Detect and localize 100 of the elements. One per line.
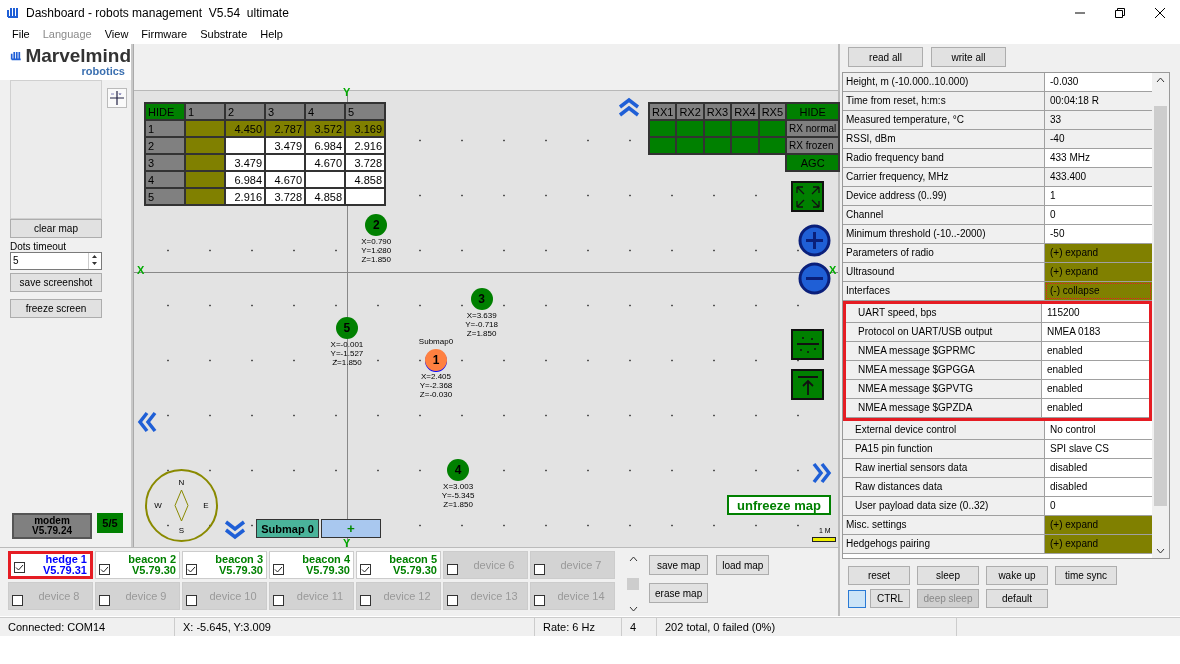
section-toggle[interactable]: (+) expand [1045,263,1152,281]
ctrl-button[interactable]: CTRL [870,589,910,608]
scroll-down-icon[interactable] [224,519,246,541]
dots-toggle-icon[interactable] [791,329,824,360]
property-label: UART speed, bps [846,304,1042,322]
property-label: NMEA message $GPZDA [846,399,1042,417]
fullscreen-icon[interactable] [791,181,824,212]
freeze-screen-button[interactable]: freeze screen [10,299,102,318]
status-field: Connected: COM14 [0,618,175,636]
rx-column-header: RX2 [676,103,704,120]
checkbox[interactable] [360,564,371,575]
action-button[interactable]: sleep [917,566,979,585]
modem-badge[interactable]: modem V5.79.24 [12,513,92,539]
property-value[interactable]: 433.400 [1045,168,1152,186]
checkbox[interactable] [534,564,545,575]
action-button[interactable]: reset [848,566,910,585]
submap-button[interactable]: Submap 0 [256,519,319,538]
indicator-checkbox[interactable] [848,589,866,608]
checkbox[interactable] [12,595,23,606]
beacon-marker[interactable]: 2 [365,213,388,236]
section-toggle[interactable]: (-) collapse [1045,282,1152,300]
coordinates-label: X=2.405 Y=-2.368 Z=-0.030 [418,371,454,399]
device-tile[interactable]: beacon 2 V5.79.30 [95,551,180,579]
section-toggle[interactable]: (+) expand [1045,244,1152,262]
device-tile[interactable]: beacon 3 V5.79.30 [182,551,267,579]
device-tile[interactable]: beacon 4 V5.79.30 [269,551,354,579]
rx-column-header: RX4 [731,103,759,120]
scroll-up-icon[interactable] [618,97,640,119]
menu-item[interactable]: Substrate [200,28,248,40]
erase-map-button[interactable]: erase map [649,583,709,603]
section-toggle[interactable]: (+) expand [1045,516,1152,534]
hedge-marker[interactable]: 1 [425,348,447,371]
checkbox[interactable] [360,595,371,606]
scroll-down-icon[interactable] [628,605,638,613]
load-map-button[interactable]: load map [716,555,770,575]
device-tile[interactable]: beacon 5 V5.79.30 [356,551,441,579]
section-toggle[interactable]: (+) expand [1045,535,1152,553]
property-label: RSSI, dBm [843,130,1045,148]
unfreeze-map-button[interactable]: unfreeze map [727,495,831,515]
scrollbar[interactable] [625,555,641,613]
coordinates-label: X=0.790 Y=1.280 Z=1.850 [360,236,393,264]
scroll-right-icon[interactable] [811,462,833,484]
hide-button[interactable]: HIDE [786,103,840,120]
checkbox[interactable] [273,564,284,575]
scrollbar[interactable] [1152,73,1169,558]
checkbox[interactable] [14,562,25,573]
logo-text: Marvelmind [25,46,131,66]
read-all-button[interactable]: read all [848,47,923,67]
dots-timeout-spinner[interactable]: 5 [10,252,102,270]
property-label: Carrier frequency, MHz [843,168,1045,186]
rx-column-header: RX3 [703,103,732,120]
clear-map-button[interactable]: clear map [10,219,102,238]
action-button[interactable]: time sync [1055,566,1117,585]
zoom-out-icon[interactable] [798,262,831,295]
checkbox[interactable] [273,595,284,606]
device-tile[interactable]: hedge 1 V5.79.31 [8,551,93,579]
rx-column-header: RX1 [649,103,677,120]
dots-timeout-label: Dots timeout [10,241,68,252]
checkbox[interactable] [99,595,110,606]
beacon-marker[interactable]: 3 [470,287,493,310]
close-icon[interactable] [1155,8,1165,18]
checkbox[interactable] [447,564,458,575]
status-field: X: -5.645, Y:3.009 [175,618,535,636]
axes-icon[interactable] [106,88,127,108]
menu-item[interactable]: Firmware [141,28,188,40]
status-field: 4 [622,618,657,636]
scroll-left-icon[interactable] [137,411,159,433]
beacon-marker[interactable]: 5 [335,317,358,340]
align-top-icon[interactable] [791,369,824,400]
checkbox[interactable] [534,595,545,606]
compass-drawing: N W E S [144,468,219,543]
property-label: Minimum threshold (-10..-2000) [843,225,1045,243]
checkbox[interactable] [186,564,197,575]
scroll-up-icon[interactable] [628,555,638,563]
beacon-marker[interactable]: 4 [447,458,470,481]
action-button[interactable]: default [986,589,1048,608]
property-value[interactable]: -40 [1045,130,1152,148]
checkbox[interactable] [447,595,458,606]
status-field: 202 total, 0 failed (0%) [657,618,957,636]
scrollbar-thumb[interactable] [627,578,639,590]
checkbox[interactable] [99,564,110,575]
hide-button[interactable]: HIDE [145,103,185,120]
property-label: Raw distances data [843,478,1045,496]
property-label: Time from reset, h:m:s [843,92,1045,110]
save-map-button[interactable]: save map [649,555,709,575]
menu-item[interactable]: View [104,28,129,40]
checkbox[interactable] [186,595,197,606]
column-header: 1 [185,103,225,120]
save-screenshot-button[interactable]: save screenshot [10,273,102,292]
x-axis-label: X [137,265,145,276]
menu-item[interactable]: Help [260,28,283,40]
property-value[interactable]: 00:04:18 R [1045,92,1152,110]
property-label: PA15 pin function [843,440,1045,458]
action-button[interactable]: wake up [986,566,1048,585]
property-value[interactable]: 33 [1045,111,1152,129]
menu-item[interactable]: File [12,28,30,40]
zoom-in-icon[interactable] [798,224,831,257]
restore-icon[interactable] [1115,8,1125,18]
x-axis-label: X [829,265,837,276]
write-all-button[interactable]: write all [931,47,1006,67]
